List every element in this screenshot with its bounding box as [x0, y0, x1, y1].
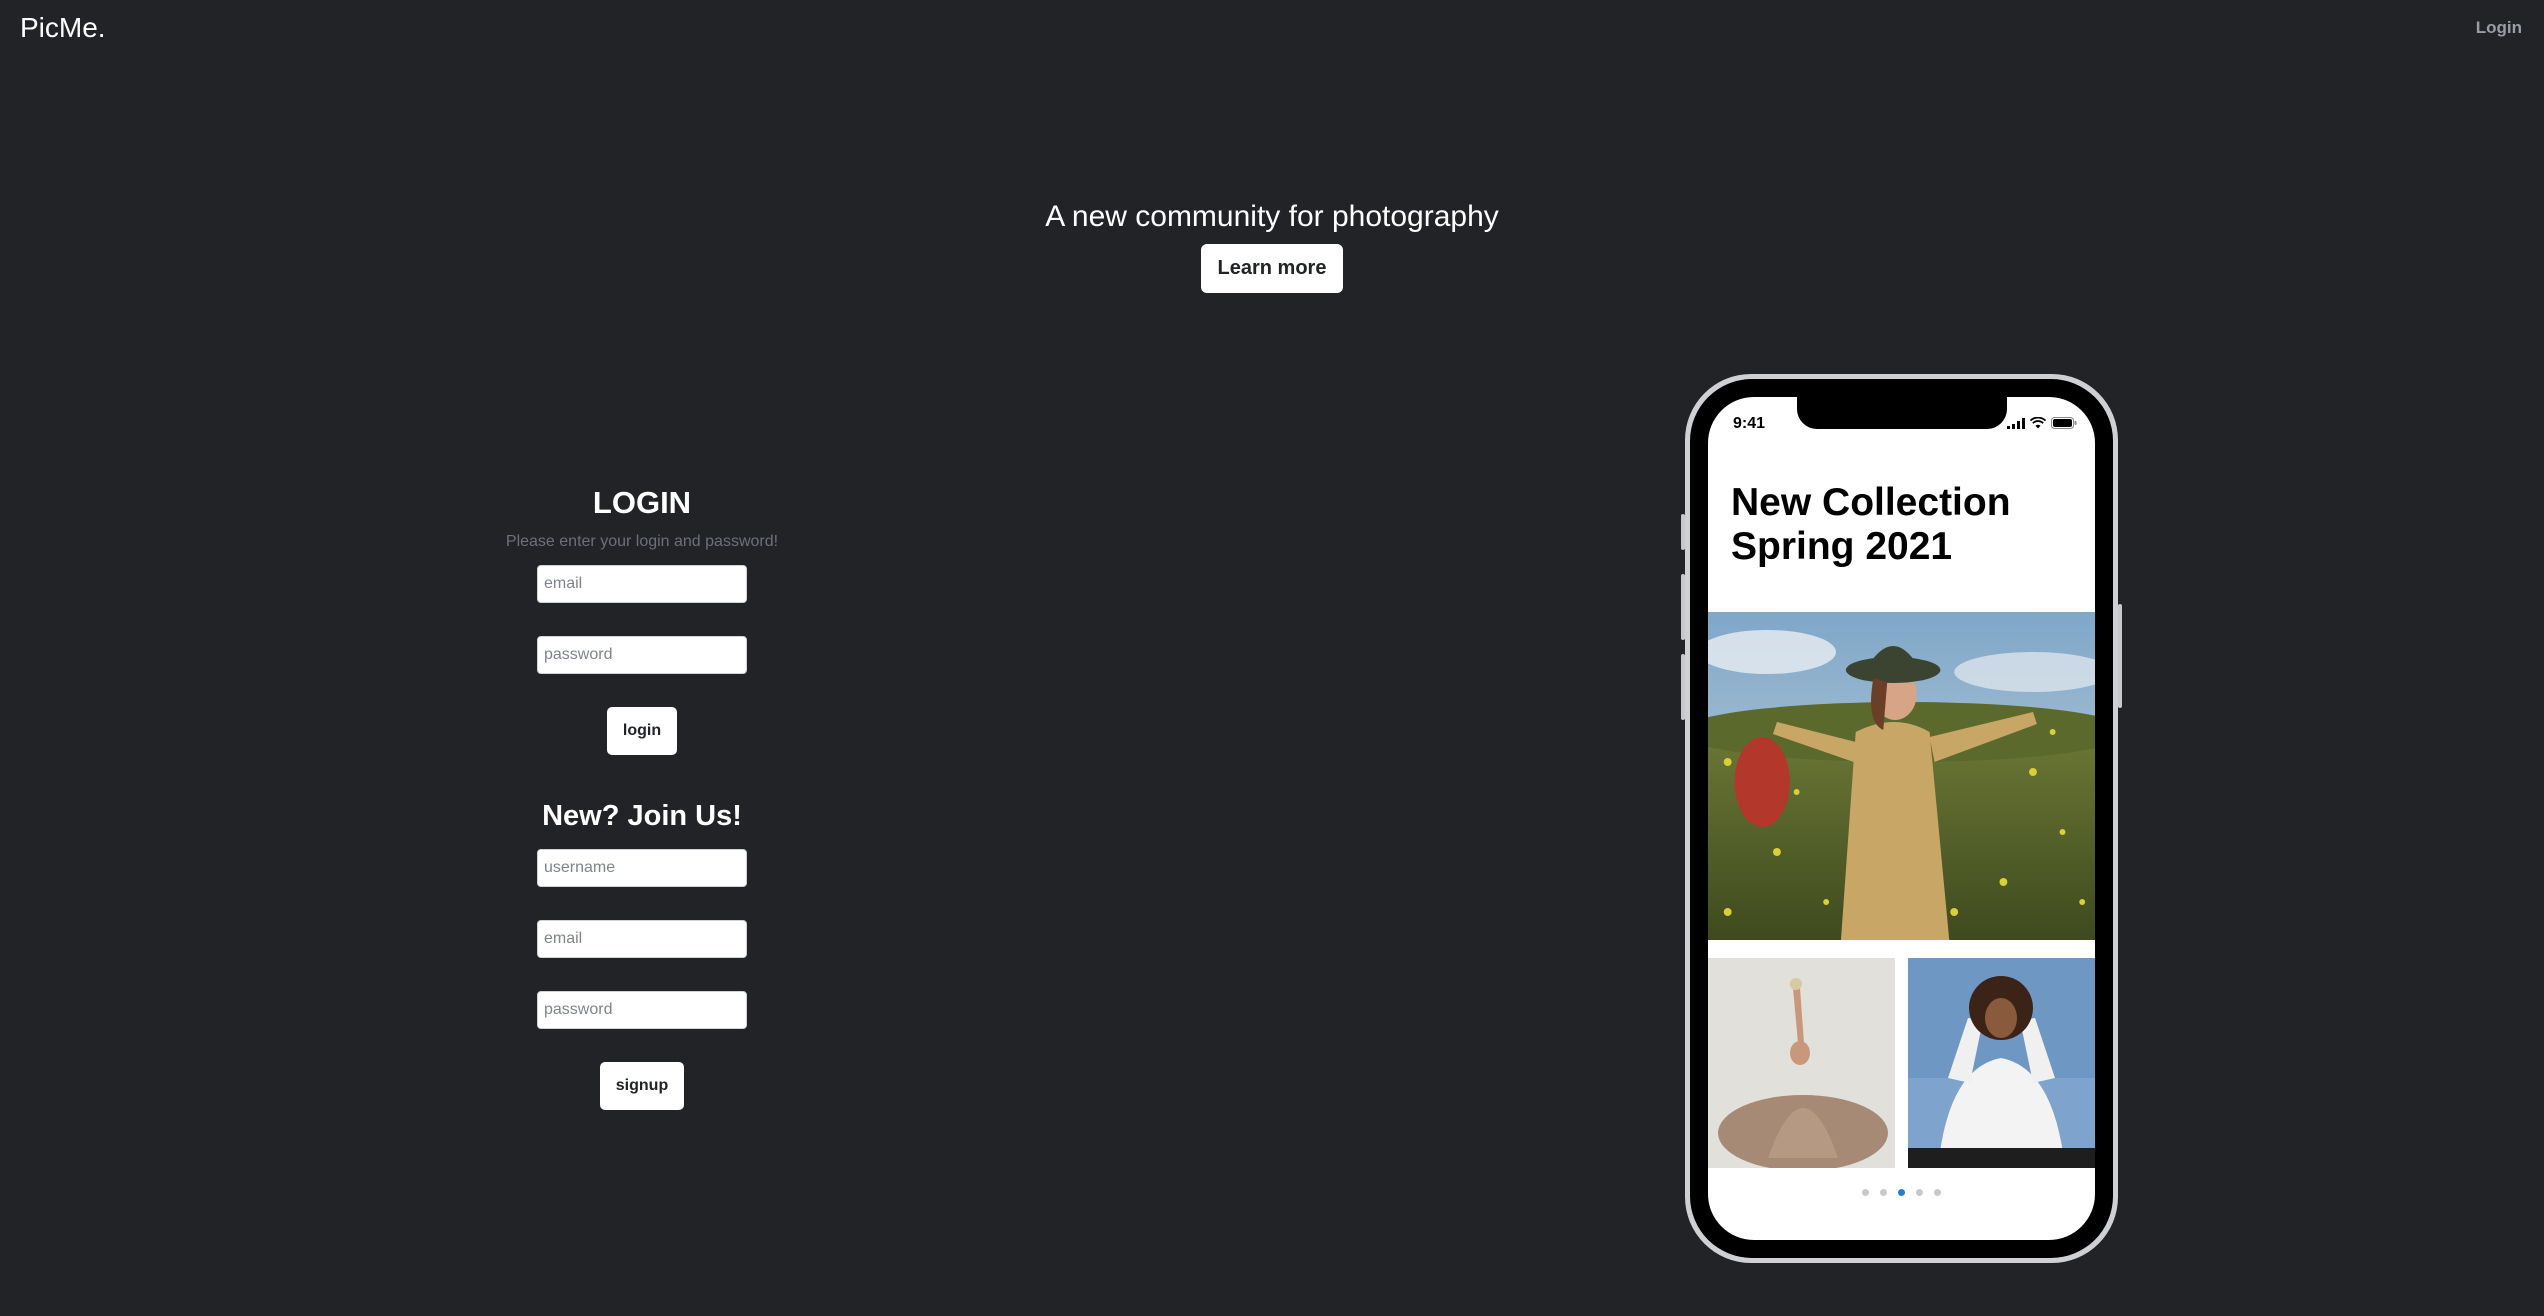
phone-volume-up [1681, 574, 1685, 640]
collection-title-line2: Spring 2021 [1731, 525, 1953, 568]
phone-bezel: 9:41 New Collection Spring 2021 [1690, 379, 2113, 1258]
carousel-dot[interactable] [1898, 1189, 1905, 1196]
login-email-input[interactable] [537, 565, 747, 603]
wifi-icon [2030, 417, 2046, 429]
carousel-dot[interactable] [1916, 1189, 1923, 1196]
phone-notch [1796, 397, 2007, 429]
login-subtitle: Please enter your login and password! [505, 533, 779, 550]
status-time: 9:41 [1733, 415, 1766, 432]
featured-photo-image [1708, 612, 2095, 940]
signup-email-input[interactable] [537, 920, 747, 958]
collection-title-line1: New Collection [1731, 481, 2011, 524]
login-title: LOGIN [592, 485, 692, 520]
thumbnail-photo-1-image [1708, 958, 1895, 1168]
battery-icon [2051, 417, 2077, 429]
login-password-input[interactable] [537, 636, 747, 674]
carousel-dots [1708, 1189, 2095, 1196]
signup-button[interactable]: signup [599, 1062, 685, 1110]
carousel-dot[interactable] [1862, 1189, 1869, 1196]
thumbnail-photo-1[interactable] [1708, 958, 1895, 1168]
phone-mute-switch [1681, 514, 1685, 550]
nav-login-link[interactable]: Login [2476, 18, 2522, 38]
signup-username-input[interactable] [537, 849, 747, 887]
phone-volume-down [1681, 654, 1685, 720]
collection-title: New Collection Spring 2021 [1731, 481, 2011, 569]
signup-title: New? Join Us! [542, 800, 742, 832]
signal-icon [2007, 417, 2025, 429]
signup-password-input[interactable] [537, 991, 747, 1029]
phone-mockup: 9:41 New Collection Spring 2021 [1681, 374, 2122, 1263]
hero-section: A new community for photography Learn mo… [0, 200, 2544, 293]
carousel-dot[interactable] [1934, 1189, 1941, 1196]
login-button[interactable]: login [606, 707, 678, 755]
featured-photo[interactable] [1708, 612, 2095, 940]
phone-power-button [2118, 604, 2122, 708]
carousel-dot[interactable] [1880, 1189, 1887, 1196]
brand-logo[interactable]: PicMe. [20, 12, 106, 44]
thumbnail-photo-2[interactable] [1908, 958, 2095, 1168]
thumbnail-photo-2-image [1908, 958, 2095, 1168]
phone-screen: 9:41 New Collection Spring 2021 [1708, 397, 2095, 1240]
hero-title: A new community for photography [1045, 200, 1499, 233]
auth-forms: LOGIN Please enter your login and passwo… [490, 485, 794, 1110]
learn-more-button[interactable]: Learn more [1200, 244, 1344, 293]
status-icons [2007, 417, 2077, 429]
